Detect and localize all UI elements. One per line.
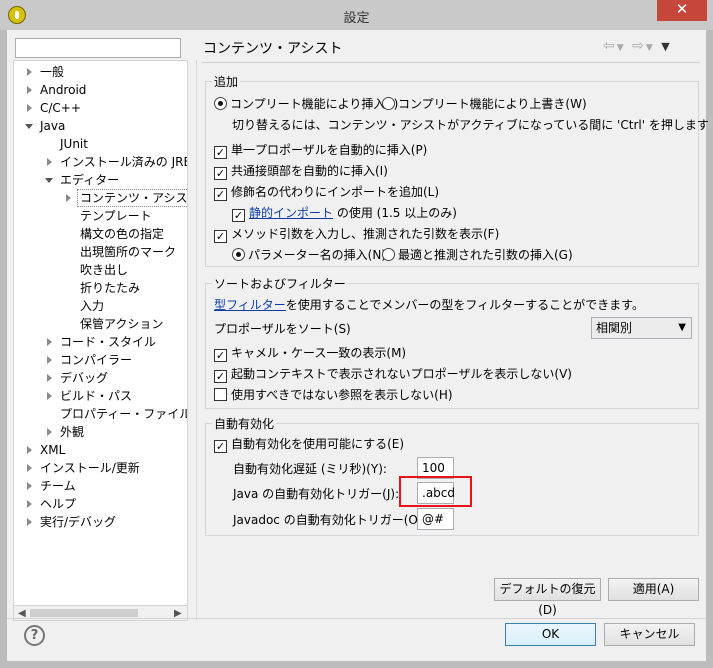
view-menu-icon[interactable]: ▼ [661, 40, 671, 53]
radio-completion-inserts[interactable]: コンプリート機能により挿入(I) [214, 95, 398, 113]
checkbox-hide-invisible[interactable]: ✓ 起動コンテキストで表示されないプロポーザルを表示しない(V) [214, 365, 572, 383]
checkbox-insert-single[interactable]: ✓ 単一プロポーザルを自動的に挿入(P) [214, 141, 427, 159]
java-trigger-input[interactable]: .abcd [417, 482, 455, 504]
checkbox-fill-method-args[interactable]: ✓ メソッド引数を入力し、推測された引数を表示(F) [214, 225, 499, 243]
page-title: コンテンツ・アシスト [203, 41, 343, 57]
checkbox[interactable]: ✓ [214, 370, 227, 383]
radio-insert-best-guess[interactable]: 最適と推測された引数の挿入(G) [382, 246, 573, 264]
preferences-dialog: 一般 Android C/C++ Java JUnit インストール済みの JR… [7, 30, 709, 661]
expand-arrow-icon[interactable] [27, 86, 32, 94]
restore-defaults-button[interactable]: デフォルトの復元(D) [494, 578, 601, 617]
java-trigger-label: Java の自動有効化トリガー(J): [233, 487, 400, 501]
sort-proposals-select[interactable]: 相関別 ▼ [591, 317, 692, 339]
header-separator [202, 62, 700, 63]
back-dropdown-icon[interactable]: ▼ [617, 43, 626, 53]
toggle-hint: 切り替えるには、コンテンツ・アシストがアクティブになっている間に 'Ctrl' … [232, 118, 709, 132]
radio-completion-overwrites[interactable]: コンプリート機能により上書き(W) [382, 95, 587, 113]
radio-button[interactable] [382, 248, 395, 261]
checkbox-enable-auto-activation[interactable]: ✓ 自動有効化を使用可能にする(E) [214, 435, 404, 453]
checkbox[interactable]: ✓ [214, 349, 227, 362]
checkbox-hide-deprecated[interactable]: 使用すべきではない参照を表示しない(H) [214, 386, 453, 404]
javadoc-trigger-label: Javadoc の自動有効化トリガー(O): [233, 513, 427, 527]
chevron-down-icon: ▼ [678, 322, 686, 333]
expand-arrow-icon[interactable] [47, 158, 52, 166]
scroll-thumb[interactable] [30, 609, 138, 617]
checkbox[interactable] [214, 388, 227, 401]
close-button[interactable]: ✕ [657, 0, 707, 21]
expand-arrow-icon[interactable] [47, 356, 52, 364]
expand-arrow-icon[interactable] [66, 194, 71, 202]
delay-label: 自動有効化遅延 (ミリ秒)(Y): [233, 462, 387, 476]
apply-button[interactable]: 適用(A) [608, 578, 699, 601]
collapse-arrow-icon[interactable] [45, 178, 53, 183]
preference-tree: 一般 Android C/C++ Java JUnit インストール済みの JR… [13, 60, 188, 606]
auto-activation-legend: 自動有効化 [214, 417, 275, 431]
title-bar: 設定 ✕ [0, 0, 713, 30]
cancel-button[interactable]: キャンセル [604, 623, 695, 646]
expand-arrow-icon[interactable] [27, 104, 32, 112]
expand-arrow-icon[interactable] [27, 446, 32, 454]
checkbox-insert-prefix[interactable]: ✓ 共通接頭部を自動的に挿入(I) [214, 162, 388, 180]
radio-button[interactable] [382, 97, 395, 110]
type-filter-link[interactable]: 型フィルター [214, 298, 286, 312]
expand-arrow-icon[interactable] [47, 428, 52, 436]
help-icon[interactable]: ? [24, 625, 45, 646]
page-navigation: ⇦▼ ⇨▼ ▼ [603, 38, 672, 54]
checkbox[interactable]: ✓ [214, 146, 227, 159]
expand-arrow-icon[interactable] [27, 500, 32, 508]
expand-arrow-icon[interactable] [27, 464, 32, 472]
expand-arrow-icon[interactable] [27, 482, 32, 490]
javadoc-trigger-input[interactable]: @# [417, 508, 454, 530]
footer-separator [7, 618, 706, 619]
sorting-legend: ソートおよびフィルター [214, 277, 346, 291]
expand-arrow-icon[interactable] [27, 68, 32, 76]
expand-arrow-icon[interactable] [47, 374, 52, 382]
radio-insert-param-names[interactable]: パラメーター名の挿入(N) [232, 246, 386, 264]
checkbox-camel-case[interactable]: ✓ キャメル・ケース一致の表示(M) [214, 344, 406, 362]
expand-arrow-icon[interactable] [47, 392, 52, 400]
checkbox[interactable]: ✓ [214, 440, 227, 453]
expand-arrow-icon[interactable] [47, 338, 52, 346]
checkbox[interactable]: ✓ [214, 230, 227, 243]
checkbox-add-import[interactable]: ✓ 修飾名の代わりにインポートを追加(L) [214, 183, 439, 201]
forward-arrow-icon[interactable]: ⇨ [632, 38, 646, 54]
back-arrow-icon[interactable]: ⇦ [603, 38, 617, 54]
forward-dropdown-icon[interactable]: ▼ [646, 43, 655, 53]
collapse-arrow-icon[interactable] [25, 124, 33, 129]
filter-input[interactable] [15, 38, 181, 58]
sort-proposals-label: プロポーザルをソート(S) [214, 322, 351, 336]
ok-button[interactable]: OK [505, 623, 596, 646]
checkbox[interactable]: ✓ [232, 209, 245, 222]
checkbox[interactable]: ✓ [214, 167, 227, 180]
radio-button[interactable] [232, 248, 245, 261]
sash[interactable] [196, 60, 197, 620]
expand-arrow-icon[interactable] [27, 518, 32, 526]
checkbox[interactable]: ✓ [214, 188, 227, 201]
static-import-link[interactable]: 静的インポート [249, 206, 333, 220]
checkbox-static-import[interactable]: ✓ 静的インポート の使用 (1.5 以上のみ) [232, 204, 457, 222]
type-filter-text: 型フィルターを使用することでメンバーの型をフィルターすることができます。 [214, 298, 644, 312]
insertion-legend: 追加 [214, 75, 239, 89]
window-title: 設定 [343, 11, 370, 26]
radio-button[interactable] [214, 97, 227, 110]
